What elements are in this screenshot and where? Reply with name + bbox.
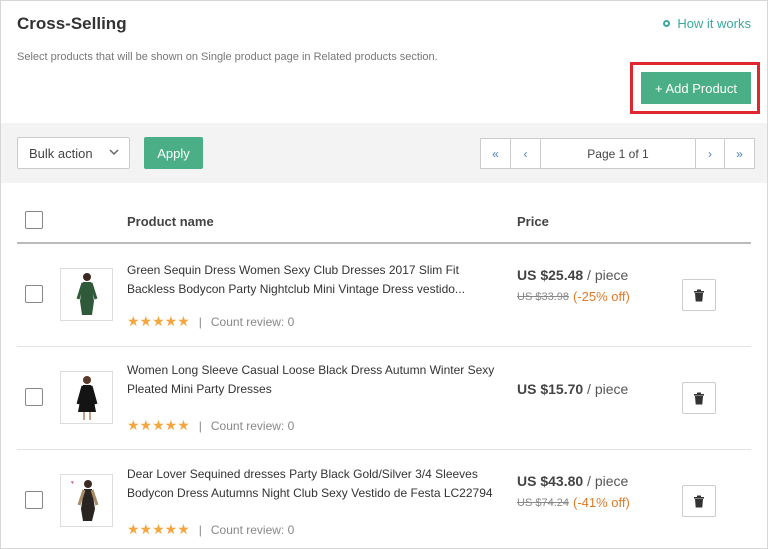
review-count: Count review: 0 <box>210 418 295 433</box>
col-header-product: Product name <box>127 214 214 229</box>
info-dot-icon <box>663 20 671 27</box>
product-name-line2: Bodycon Dress Autumns Night Club Sexy Ve… <box>127 486 493 500</box>
price-unit: / piece <box>583 381 629 397</box>
row-divider <box>17 346 751 347</box>
first-page-button[interactable]: « <box>480 138 511 169</box>
how-it-works-link[interactable]: How it works <box>663 16 751 31</box>
sequin-dress-image: ♥ <box>71 479 98 521</box>
discount-badge: (-41% off) <box>572 495 630 510</box>
rating-separator: | <box>198 522 202 537</box>
header-divider <box>17 242 751 244</box>
green-dress-image <box>76 272 97 315</box>
old-price: US $33.98 (-25% off) <box>517 289 630 304</box>
rating: ★★★★★ | Count review: 0 <box>127 521 294 538</box>
chevron-down-icon <box>109 147 119 160</box>
section-description: Select products that will be shown on Si… <box>17 51 438 63</box>
product-thumbnail <box>60 268 113 321</box>
product-price: US $25.48 / piece <box>517 267 628 283</box>
col-header-price: Price <box>517 214 549 229</box>
trash-icon <box>694 495 704 507</box>
old-price-value: US $74.24 <box>517 496 569 509</box>
row-checkbox[interactable] <box>25 285 43 303</box>
product-name[interactable]: Women Long Sleeve Casual Loose Black Dre… <box>127 361 507 399</box>
row-checkbox[interactable] <box>25 491 43 509</box>
product-price: US $15.70 / piece <box>517 381 628 397</box>
rating: ★★★★★ | Count review: 0 <box>127 417 294 434</box>
svg-text:♥: ♥ <box>71 480 74 486</box>
next-page-button[interactable]: › <box>695 138 725 169</box>
row-divider <box>17 449 751 450</box>
product-name-line1: Green Sequin Dress Women Sexy Club Dress… <box>127 263 459 277</box>
price-unit: / piece <box>583 267 629 283</box>
price-value: US $25.48 <box>517 267 584 283</box>
prev-page-button[interactable]: ‹ <box>510 138 541 169</box>
rating-separator: | <box>198 418 202 433</box>
price-value: US $43.80 <box>517 473 584 489</box>
product-name[interactable]: Dear Lover Sequined dresses Party Black … <box>127 465 507 503</box>
row-checkbox[interactable] <box>25 388 43 406</box>
black-dress-image <box>76 375 97 420</box>
old-price: US $74.24 (-41% off) <box>517 495 630 510</box>
review-count: Count review: 0 <box>210 314 295 329</box>
product-thumbnail <box>60 371 113 424</box>
trash-icon <box>694 289 704 301</box>
product-name-line2: Backless Bodycon Party Nightclub Mini Vi… <box>127 282 465 296</box>
bulk-action-label: Bulk action <box>29 145 93 161</box>
review-count: Count review: 0 <box>210 522 295 537</box>
product-thumbnail: ♥ <box>60 474 113 527</box>
delete-button[interactable] <box>682 279 716 311</box>
product-name-line1: Women Long Sleeve Casual Loose Black Dre… <box>127 363 495 377</box>
star-rating-icon: ★★★★★ <box>127 313 190 329</box>
old-price-value: US $33.98 <box>517 290 569 303</box>
product-name-line2: Pleated Mini Party Dresses <box>127 382 272 396</box>
rating: ★★★★★ | Count review: 0 <box>127 313 294 330</box>
price-value: US $15.70 <box>517 381 584 397</box>
trash-icon <box>694 392 704 404</box>
star-rating-icon: ★★★★★ <box>127 417 190 433</box>
add-product-button[interactable]: + Add Product <box>641 72 751 104</box>
bulk-action-select[interactable]: Bulk action <box>17 137 130 169</box>
select-all-checkbox[interactable] <box>25 211 43 229</box>
how-it-works-label: How it works <box>677 16 751 31</box>
rating-separator: | <box>198 314 202 329</box>
product-price: US $43.80 / piece <box>517 473 628 489</box>
price-unit: / piece <box>583 473 629 489</box>
star-rating-icon: ★★★★★ <box>127 521 190 537</box>
page-title: Cross-Selling <box>17 14 127 33</box>
product-name-line1: Dear Lover Sequined dresses Party Black … <box>127 467 478 481</box>
delete-button[interactable] <box>682 382 716 414</box>
discount-badge: (-25% off) <box>572 289 630 304</box>
page-indicator: Page 1 of 1 <box>540 138 696 169</box>
apply-button[interactable]: Apply <box>144 137 203 169</box>
delete-button[interactable] <box>682 485 716 517</box>
product-name[interactable]: Green Sequin Dress Women Sexy Club Dress… <box>127 261 507 299</box>
last-page-button[interactable]: » <box>724 138 755 169</box>
